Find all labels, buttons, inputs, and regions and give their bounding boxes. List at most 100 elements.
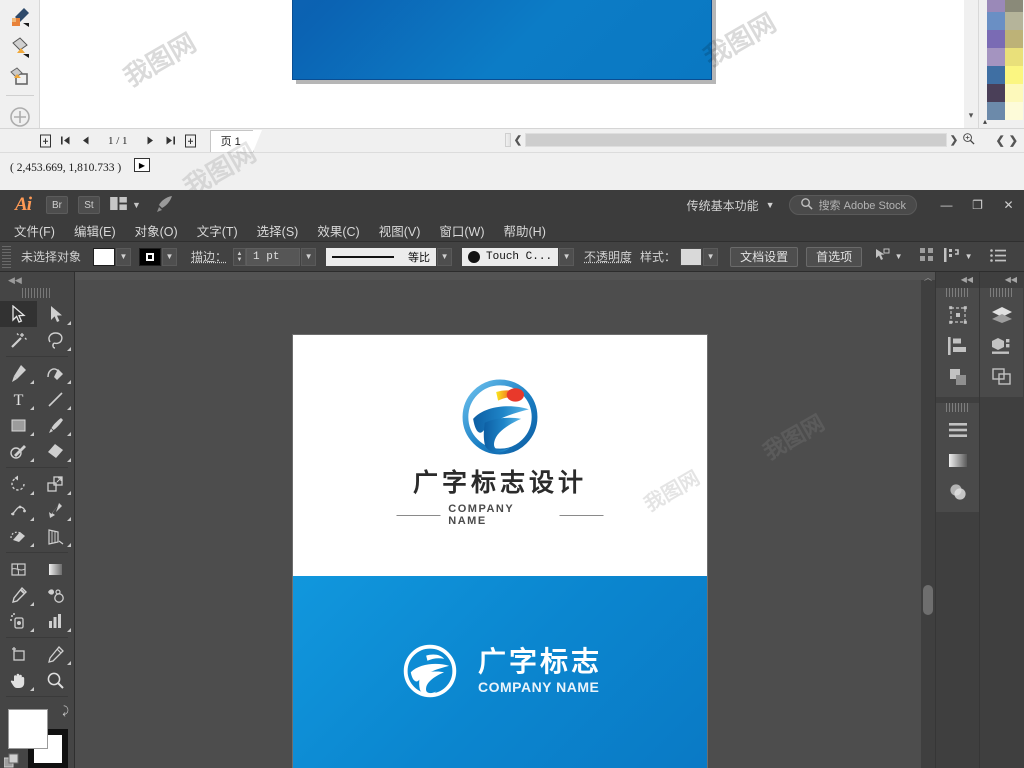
column-graph-tool[interactable] [37, 608, 74, 634]
control-bar-grip[interactable] [2, 245, 11, 268]
coreldraw-artwork-rectangle[interactable] [292, 0, 712, 80]
maximize-button[interactable]: ❐ [962, 190, 993, 220]
coreldraw-vertical-scrollbar[interactable]: ▾ [964, 0, 978, 128]
last-page-button[interactable] [162, 132, 180, 150]
opacity-label[interactable]: 不透明度 [584, 248, 632, 265]
mesh-tool[interactable] [0, 556, 37, 582]
dock-grip[interactable] [989, 288, 1014, 297]
perspective-grid-tool[interactable] [37, 523, 74, 549]
menu-effect[interactable]: 效果(C) [317, 221, 359, 240]
minimize-button[interactable]: — [931, 190, 962, 220]
select-similar-dropdown[interactable]: ▼ [891, 248, 906, 266]
palette-swatch[interactable] [987, 66, 1005, 84]
menu-view[interactable]: 视图(V) [379, 221, 421, 240]
align-icon[interactable] [920, 248, 934, 265]
gradient-tool[interactable] [37, 556, 74, 582]
palette-swatch[interactable] [987, 48, 1005, 66]
palette-row[interactable] [987, 66, 1023, 84]
next-arrow-icon[interactable]: ❯ [1009, 134, 1018, 147]
add-page-after-button[interactable] [182, 132, 200, 150]
add-page-before-button[interactable] [36, 132, 54, 150]
selection-tool[interactable] [0, 301, 37, 327]
brush-dropdown[interactable]: ▼ [559, 247, 575, 266]
free-transform-tool[interactable] [37, 497, 74, 523]
coreldraw-canvas[interactable]: 我图网 我图网 [0, 0, 1024, 128]
stroke-weight-label[interactable]: 描边： [191, 248, 227, 265]
rocket-button[interactable] [155, 195, 175, 216]
paintbucket-tool[interactable] [8, 35, 32, 59]
palette-swatch-grid[interactable] [987, 0, 1023, 120]
palette-swatch[interactable] [987, 30, 1005, 48]
tools-panel-collapse[interactable]: ◀◀ [0, 272, 74, 288]
zoom-tool[interactable] [37, 667, 74, 693]
palette-row[interactable] [987, 30, 1023, 48]
menu-help[interactable]: 帮助(H) [504, 221, 546, 240]
eyedropper-tool[interactable] [0, 582, 37, 608]
dock-collapse-two[interactable]: ◀◀ [980, 272, 1023, 286]
stroke-swatch-dropdown[interactable]: ▼ [162, 247, 178, 266]
palette-row[interactable] [987, 84, 1023, 102]
first-page-button[interactable] [56, 132, 74, 150]
select-similar-icon[interactable] [874, 248, 890, 265]
tools-panel-grip[interactable] [22, 288, 52, 298]
coreldraw-page-arrows[interactable]: ❮ ❯ [978, 128, 1022, 152]
palette-row[interactable] [987, 48, 1023, 66]
palette-swatch[interactable] [1005, 66, 1023, 84]
pen-tool[interactable] [0, 360, 37, 386]
distribute-icon[interactable] [944, 248, 960, 265]
palette-row[interactable] [987, 12, 1023, 30]
palette-swatch[interactable] [1005, 48, 1023, 66]
gradient-panel-icon[interactable] [936, 445, 979, 476]
menu-type[interactable]: 文字(T) [197, 221, 238, 240]
menu-select[interactable]: 选择(S) [257, 221, 299, 240]
palette-swatch[interactable] [1005, 30, 1023, 48]
palette-swatch[interactable] [1005, 12, 1023, 30]
artboard-tool[interactable] [0, 641, 37, 667]
preferences-button[interactable]: 首选项 [806, 246, 863, 267]
scroll-left-icon[interactable]: ❮ [511, 135, 525, 146]
prev-arrow-icon[interactable]: ❮ [996, 134, 1005, 147]
coreldraw-color-palette[interactable]: ▴ [978, 0, 1024, 128]
previous-page-button[interactable] [76, 132, 94, 150]
graphic-style-dropdown[interactable]: ▼ [703, 247, 719, 266]
dock-grip[interactable] [945, 288, 970, 297]
stroke-weight-dropdown[interactable]: ▼ [301, 247, 317, 266]
symbol-sprayer-tool[interactable] [0, 608, 37, 634]
scroll-track[interactable] [525, 133, 947, 147]
rotate-tool[interactable] [0, 471, 37, 497]
page-tab-1[interactable]: 页 1 [209, 129, 262, 152]
document-setup-button[interactable]: 文档设置 [730, 246, 799, 267]
scale-tool[interactable] [37, 471, 74, 497]
hand-tool[interactable] [0, 667, 37, 693]
graphic-style-swatch[interactable] [680, 247, 703, 266]
default-fill-stroke-icon[interactable] [3, 753, 20, 768]
menu-window[interactable]: 窗口(W) [439, 221, 484, 240]
adobe-stock-search[interactable]: 搜索 Adobe Stock [788, 195, 917, 215]
variable-width-profile-field[interactable]: 等比 [326, 247, 437, 266]
magic-wand-tool[interactable] [0, 327, 37, 353]
menu-object[interactable]: 对象(O) [135, 221, 178, 240]
artboard[interactable]: 广字标志设计 COMPANY NAME 我图网 广字标志 COMPANY NAM… [293, 335, 707, 768]
menu-file[interactable]: 文件(F) [14, 221, 55, 240]
interactive-fill-tool[interactable] [8, 65, 32, 89]
stroke-weight-field[interactable]: 1 pt [246, 247, 301, 266]
pathfinder-panel-icon[interactable] [936, 361, 979, 392]
line-segment-tool[interactable] [37, 386, 74, 412]
palette-swatch[interactable] [1005, 0, 1023, 12]
arrange-documents-button[interactable]: ▼ [110, 197, 141, 213]
palette-row[interactable] [987, 0, 1023, 12]
palette-swatch[interactable] [987, 12, 1005, 30]
artboard-top-card[interactable]: 广字标志设计 COMPANY NAME 我图网 [293, 335, 707, 576]
palette-swatch[interactable] [987, 0, 1005, 12]
scroll-up-icon[interactable]: ︿ [921, 272, 935, 284]
dock-collapse-one[interactable]: ◀◀ [936, 272, 979, 286]
add-page-tool[interactable] [8, 105, 32, 129]
transform-panel-icon[interactable] [936, 299, 979, 330]
stroke-color-swatch[interactable] [139, 247, 162, 266]
bridge-button[interactable]: Br [46, 196, 68, 214]
coordinate-play-button[interactable]: ▶ [134, 158, 150, 172]
options-menu-icon[interactable] [990, 248, 1007, 265]
scroll-right-icon[interactable]: ❯ [947, 135, 961, 146]
coreldraw-horizontal-scrollbar[interactable]: ❮ ❯ [505, 128, 975, 152]
width-profile-dropdown[interactable]: ▼ [437, 247, 453, 266]
